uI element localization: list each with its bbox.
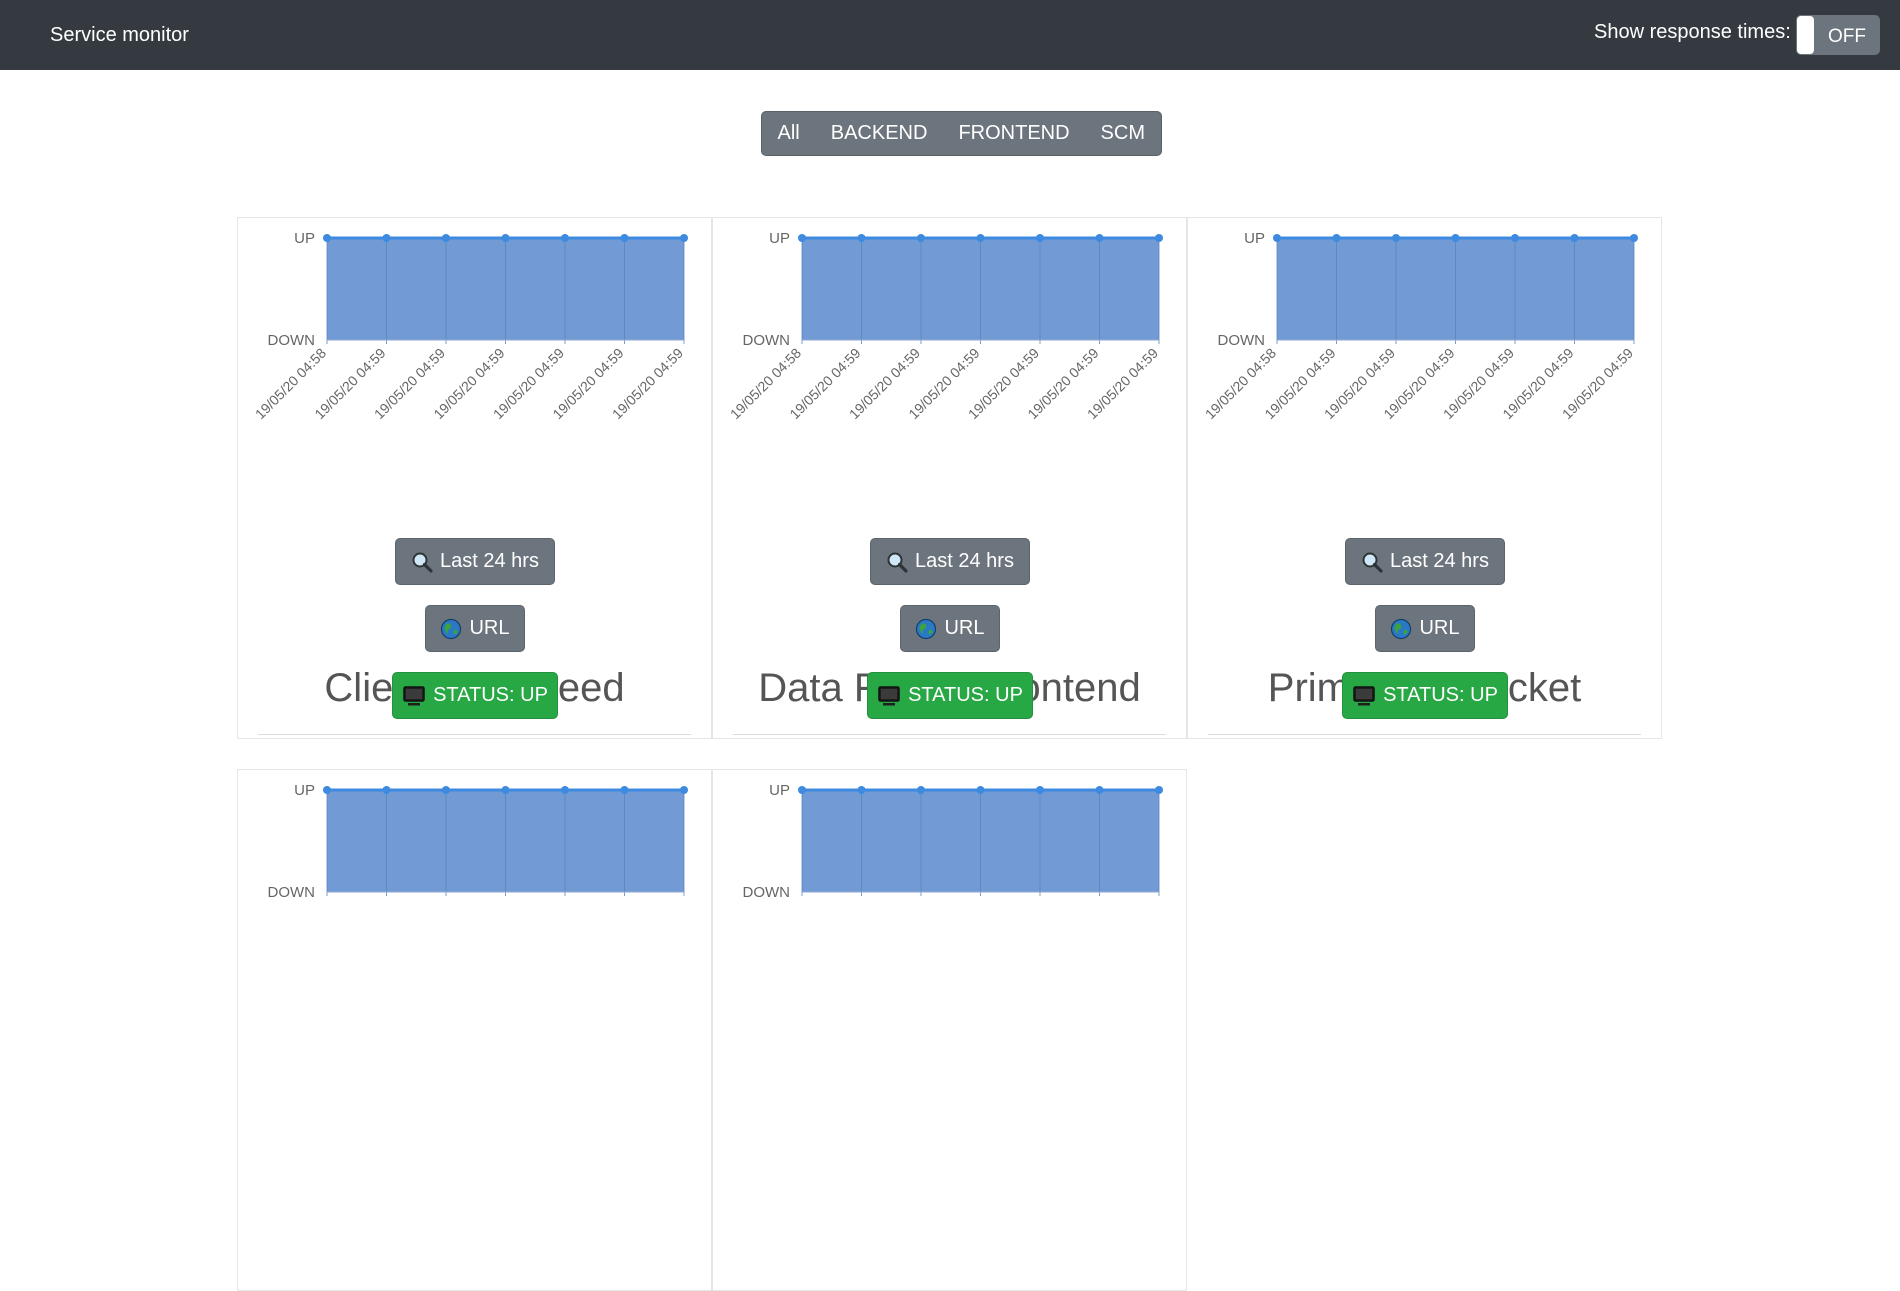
response-times-label: Show response times:	[1594, 21, 1791, 43]
monitor-icon	[1352, 685, 1376, 707]
data-point	[680, 234, 688, 242]
last-24-hrs-label: Last 24 hrs	[440, 550, 539, 572]
data-point	[323, 234, 331, 242]
last-24-hrs-label: Last 24 hrs	[915, 550, 1014, 572]
y-axis-label-down: DOWN	[743, 884, 791, 901]
status-label: STATUS: UP	[908, 684, 1023, 706]
y-axis-label-down: DOWN	[743, 332, 791, 349]
data-point	[917, 786, 925, 794]
data-point	[501, 234, 510, 242]
data-point	[1570, 234, 1579, 242]
data-point	[620, 786, 629, 794]
last-24-hrs-button[interactable]: Last 24 hrs	[1345, 538, 1505, 585]
globe-icon	[1390, 618, 1412, 640]
data-point	[1095, 786, 1104, 794]
y-axis-label-down: DOWN	[268, 332, 316, 349]
uptime-chart: UPDOWN19/05/20 04:5819/05/20 04:5919/05/…	[727, 230, 1163, 422]
uptime-chart: UP DOWN	[743, 782, 1163, 901]
data-point	[1155, 786, 1163, 794]
service-card: UP DOWN	[237, 769, 712, 1291]
brand-title[interactable]: Service monitor	[50, 24, 189, 47]
filter-all-button[interactable]: All	[762, 112, 815, 155]
y-axis-label-down: DOWN	[1218, 332, 1266, 349]
data-point	[501, 786, 510, 794]
magnifier-icon	[411, 551, 433, 573]
status-button[interactable]: STATUS: UP	[1342, 672, 1508, 719]
data-point	[1332, 234, 1341, 242]
data-point	[976, 234, 985, 242]
url-button[interactable]: URL	[425, 605, 525, 652]
data-point	[917, 234, 925, 242]
status-button[interactable]: STATUS: UP	[867, 672, 1033, 719]
magnifier-icon	[886, 551, 908, 573]
status-label: STATUS: UP	[433, 684, 548, 706]
data-point	[561, 234, 569, 242]
data-point	[442, 234, 450, 242]
data-point	[798, 234, 806, 242]
url-label: URL	[469, 617, 510, 639]
service-card: UP DOWN 19/05/20 04:58 19/05/20 04:59 19/05/…	[237, 217, 712, 739]
data-point	[323, 786, 331, 794]
data-point	[382, 234, 391, 242]
service-card: UP DOWN 19/05/20 04:58 19/05/20 04:59 19/05/…	[712, 217, 1187, 739]
data-point	[1095, 234, 1104, 242]
last-24-hrs-label: Last 24 hrs	[1390, 550, 1489, 572]
url-button[interactable]: URL	[900, 605, 1000, 652]
status-label: STATUS: UP	[1383, 684, 1498, 706]
card-divider	[1208, 734, 1641, 735]
data-point	[1155, 234, 1163, 242]
filter-frontend-button[interactable]: FRONTEND	[943, 112, 1085, 155]
status-button[interactable]: STATUS: UP	[392, 672, 558, 719]
magnifier-icon	[1361, 551, 1383, 573]
card-divider	[258, 734, 691, 735]
toggle-state-label: OFF	[1828, 26, 1866, 47]
uptime-chart: UP DOWN	[268, 782, 688, 901]
url-label: URL	[944, 617, 985, 639]
filter-scm-button[interactable]: SCM	[1085, 112, 1160, 155]
data-point	[857, 234, 866, 242]
last-24-hrs-button[interactable]: Last 24 hrs	[870, 538, 1030, 585]
url-button[interactable]: URL	[1375, 605, 1475, 652]
data-point	[620, 234, 629, 242]
service-card: UP DOWN	[712, 769, 1187, 1291]
data-point	[1036, 234, 1044, 242]
toggle-knob	[1797, 16, 1814, 54]
data-point	[561, 786, 569, 794]
data-point	[1273, 234, 1281, 242]
navbar: Service monitor Show response times: OFF	[0, 0, 1900, 70]
y-axis-label-up: UP	[769, 230, 790, 247]
service-filter-group: All BACKEND FRONTEND SCM	[761, 111, 1162, 156]
data-point	[1392, 234, 1400, 242]
y-axis-label-down: DOWN	[268, 884, 316, 901]
y-axis-label-up: UP	[1244, 230, 1265, 247]
last-24-hrs-button[interactable]: Last 24 hrs	[395, 538, 555, 585]
monitor-icon	[877, 685, 901, 707]
response-times-toggle[interactable]: OFF	[1796, 15, 1880, 55]
data-point	[857, 786, 866, 794]
monitor-icon	[402, 685, 426, 707]
url-label: URL	[1419, 617, 1460, 639]
uptime-chart: UPDOWN19/05/20 04:5819/05/20 04:5919/05/…	[252, 230, 688, 422]
y-axis-label-up: UP	[294, 230, 315, 247]
filter-backend-button[interactable]: BACKEND	[815, 112, 943, 155]
card-divider	[733, 734, 1166, 735]
y-axis-label-up: UP	[294, 782, 315, 799]
data-point	[1036, 786, 1044, 794]
data-point	[680, 786, 688, 794]
data-point	[798, 786, 806, 794]
service-card: UP DOWN 19/05/20 04:58 19/05/20 04:59 19/05/…	[1187, 217, 1662, 739]
data-point	[442, 786, 450, 794]
uptime-chart: UPDOWN19/05/20 04:5819/05/20 04:5919/05/…	[1202, 230, 1638, 422]
data-point	[1451, 234, 1460, 242]
y-axis-label-up: UP	[769, 782, 790, 799]
globe-icon	[915, 618, 937, 640]
data-point	[976, 786, 985, 794]
data-point	[1511, 234, 1519, 242]
data-point	[382, 786, 391, 794]
data-point	[1630, 234, 1638, 242]
globe-icon	[440, 618, 462, 640]
